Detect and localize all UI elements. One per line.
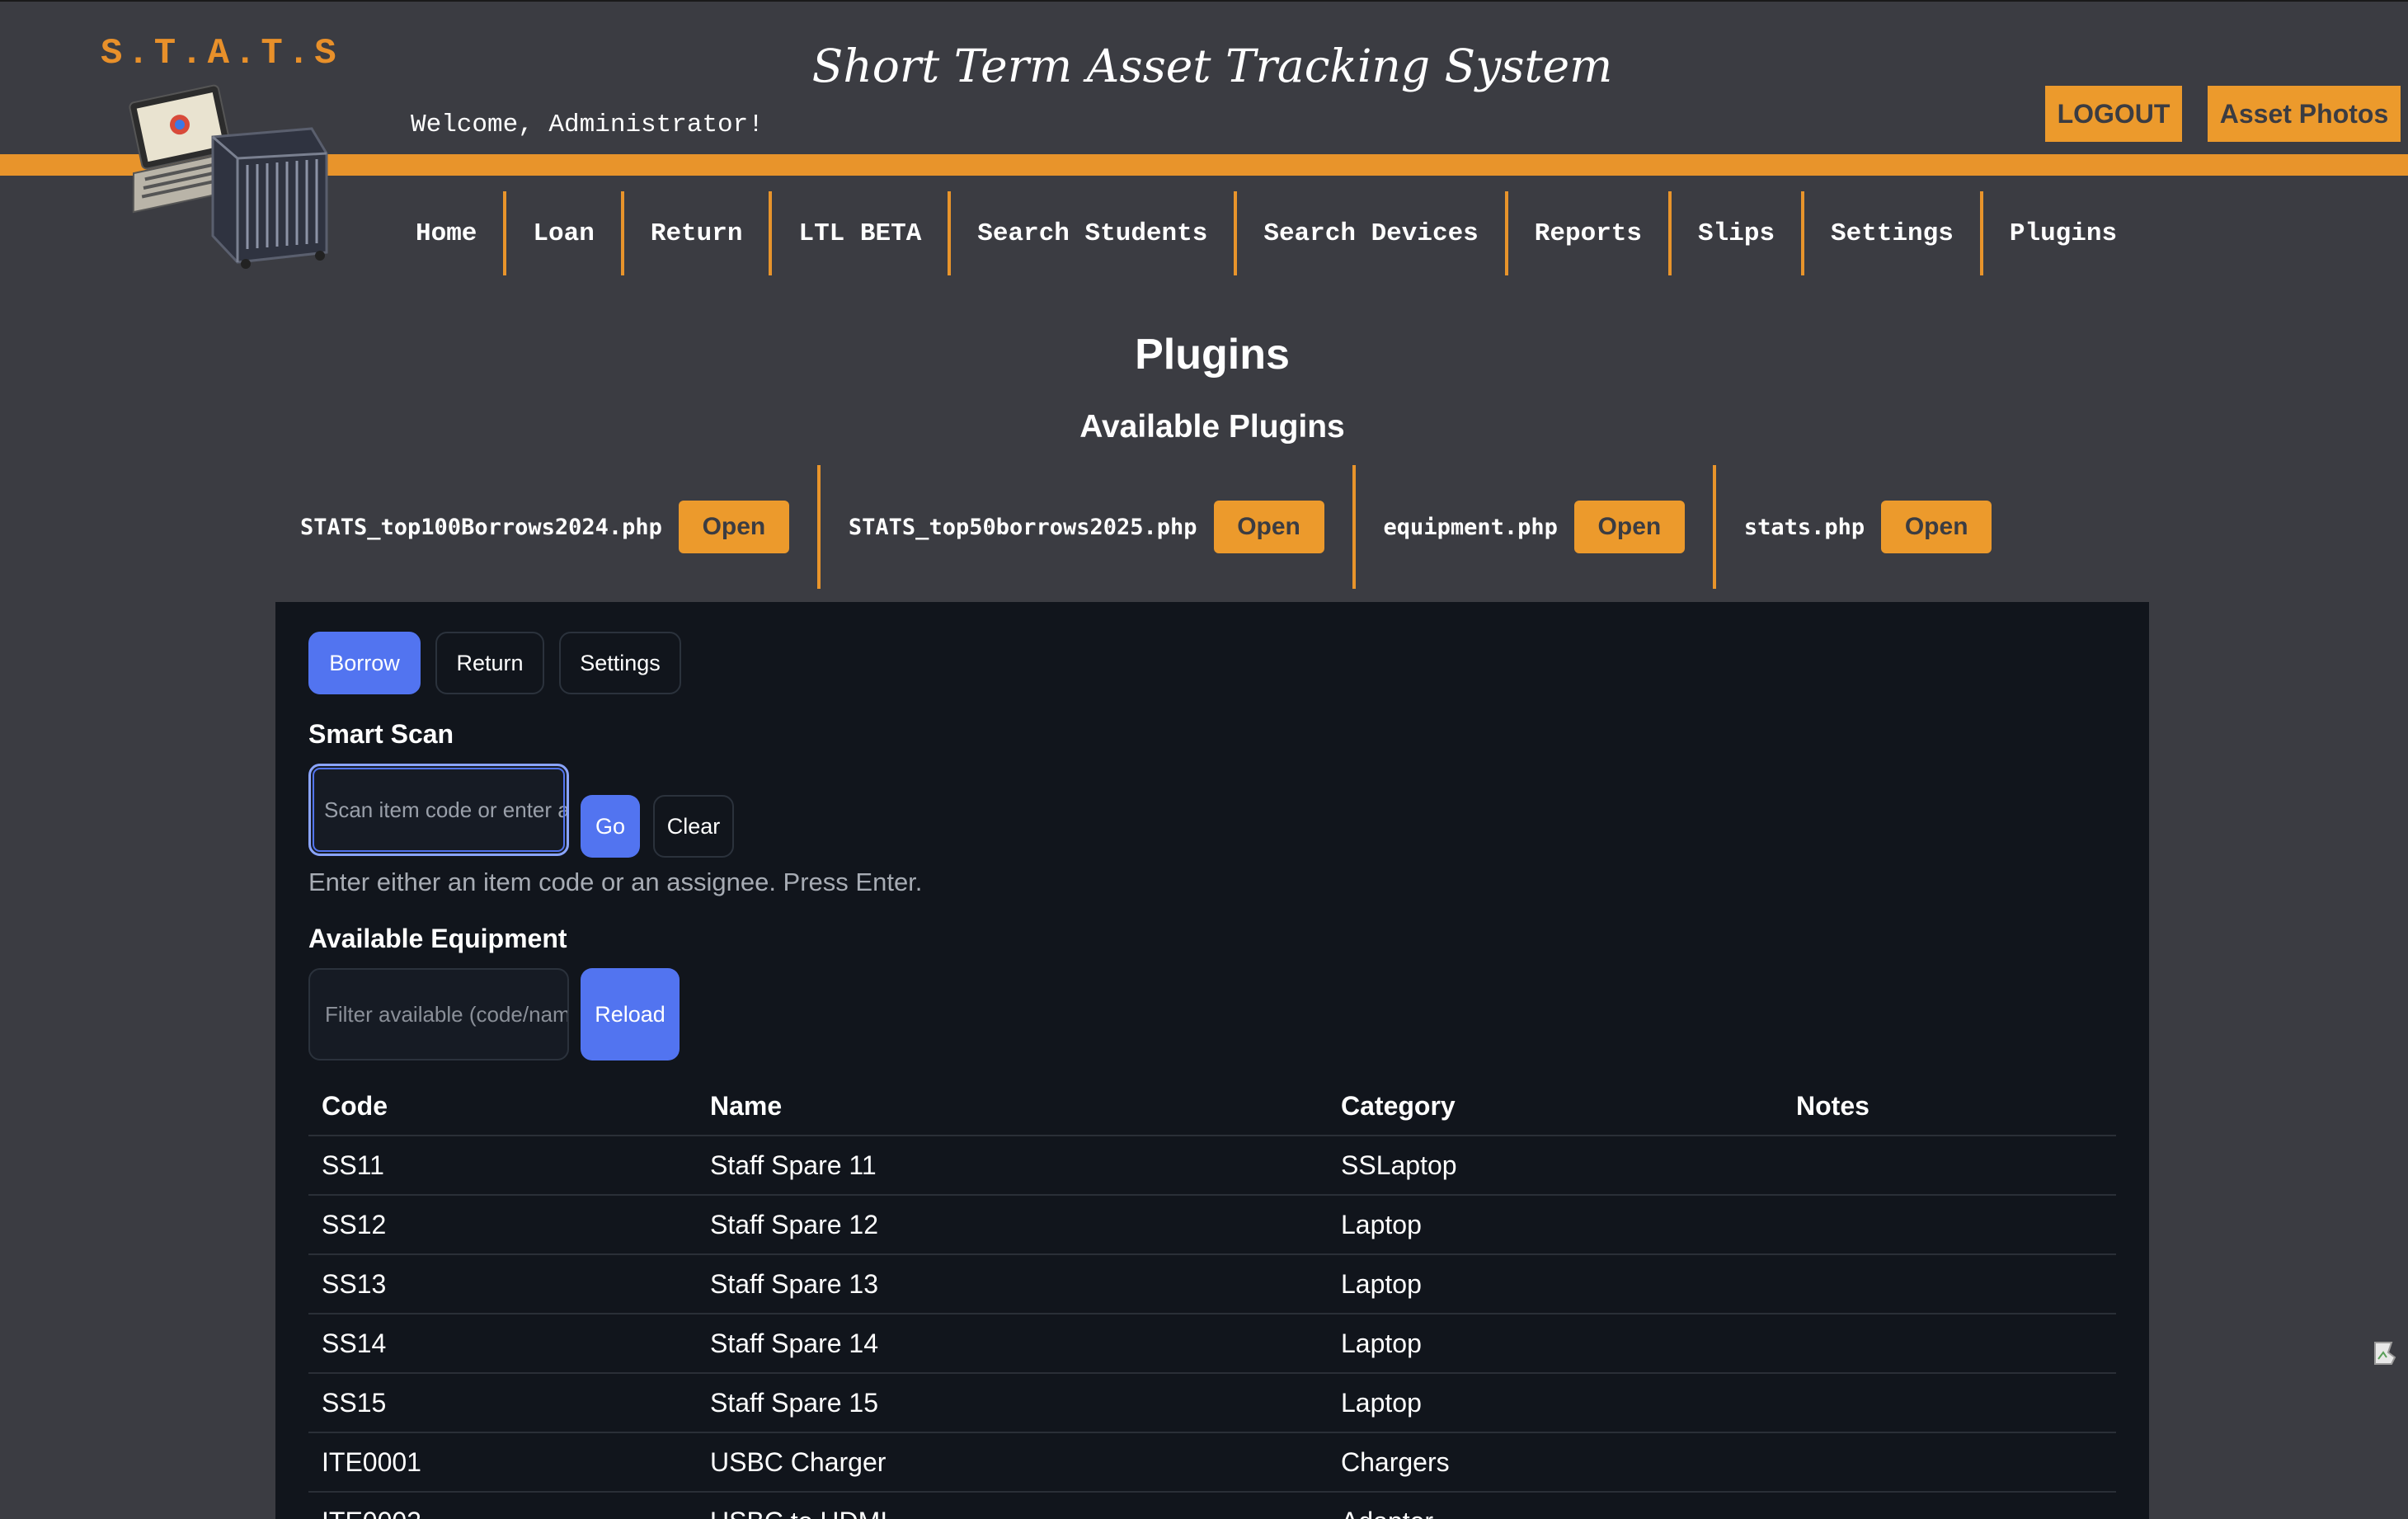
table-row[interactable]: SS13 Staff Spare 13 Laptop (308, 1255, 2116, 1314)
smart-scan-input[interactable]: Scan item code or enter assignee (308, 764, 569, 856)
table-row[interactable]: ITE0001 USBC Charger Chargers (308, 1433, 2116, 1493)
cell-name: USBC to HDMI (710, 1507, 1341, 1519)
plugin-item: STATS_top100Borrows2024.php Open (300, 465, 821, 589)
cell-code: SS15 (322, 1387, 387, 1418)
cell-category: Chargers (1341, 1446, 1450, 1477)
cell-code: SS14 (322, 1328, 387, 1358)
plugin-open-button[interactable]: Open (1573, 501, 1685, 553)
column-header-notes: Notes (1796, 1090, 1869, 1121)
plugin-open-button[interactable]: Open (1881, 501, 1992, 553)
nav-item-search-students[interactable]: Search Students (951, 191, 1238, 275)
cell-name: Staff Spare 13 (710, 1268, 878, 1299)
top-border (0, 0, 2408, 2)
cell-name: Staff Spare 12 (710, 1209, 878, 1239)
available-plugins-heading: Available Plugins (1079, 409, 1345, 444)
cell-name: Staff Spare 15 (710, 1387, 878, 1418)
smart-scan-hint: Enter either an item code or an assignee… (308, 868, 923, 896)
column-header-name: Name (710, 1090, 783, 1121)
reload-button[interactable]: Reload (581, 968, 680, 1060)
cell-name: Staff Spare 11 (710, 1150, 877, 1180)
nav-item-loan[interactable]: Loan (506, 191, 624, 275)
nav-item-reports[interactable]: Reports (1508, 191, 1672, 275)
table-header-row: Code Name Category Notes (308, 1077, 2116, 1136)
nav-item-slips[interactable]: Slips (1672, 191, 1805, 275)
plugin-name: STATS_top100Borrows2024.php (300, 514, 662, 540)
nav-item-search-devices[interactable]: Search Devices (1237, 191, 1508, 275)
table-row[interactable]: SS14 Staff Spare 14 Laptop (308, 1314, 2116, 1374)
plugin-item: STATS_top50borrows2025.php Open (849, 465, 1356, 589)
plugin-open-button[interactable]: Open (678, 501, 789, 553)
column-header-code: Code (322, 1090, 388, 1121)
asset-photos-button[interactable]: Asset Photos (2208, 86, 2401, 142)
page-title: Plugins (1135, 331, 1290, 379)
nav-item-ltl-beta[interactable]: LTL BETA (772, 191, 952, 275)
tab-settings[interactable]: Settings (559, 632, 681, 694)
table-row[interactable]: ITE0002 USBC to HDMI Adapter (308, 1493, 2116, 1519)
panel-tabs: Borrow Return Settings (308, 632, 681, 694)
go-button[interactable]: Go (581, 795, 640, 858)
table-row[interactable]: SS15 Staff Spare 15 Laptop (308, 1374, 2116, 1433)
cell-name: USBC Charger (710, 1446, 887, 1477)
table-row[interactable]: SS11 Staff Spare 11 SSLaptop (308, 1136, 2116, 1196)
cell-category: Laptop (1341, 1328, 1422, 1358)
nav-item-home[interactable]: Home (389, 191, 507, 275)
cell-name: Staff Spare 14 (710, 1328, 878, 1358)
logo-image (129, 84, 328, 269)
header-divider-bar (0, 154, 2408, 176)
tab-borrow[interactable]: Borrow (308, 632, 421, 694)
nav-item-plugins[interactable]: Plugins (1983, 191, 2143, 275)
cell-code: SS11 (322, 1150, 384, 1180)
table-row[interactable]: SS12 Staff Spare 12 Laptop (308, 1196, 2116, 1255)
plugin-panel: Borrow Return Settings Smart Scan Scan i… (275, 602, 2149, 1519)
plugin-list: STATS_top100Borrows2024.php Open STATS_t… (300, 465, 2048, 589)
logout-button[interactable]: LOGOUT (2045, 86, 2182, 142)
plugin-item: equipment.php Open (1384, 465, 1716, 589)
smart-scan-title: Smart Scan (308, 719, 454, 749)
nav-item-return[interactable]: Return (624, 191, 773, 275)
clear-button[interactable]: Clear (653, 795, 734, 858)
cell-code: ITE0001 (322, 1446, 421, 1477)
plugin-name: STATS_top50borrows2025.php (848, 514, 1197, 540)
nav-item-settings[interactable]: Settings (1804, 191, 1983, 275)
plugin-open-button[interactable]: Open (1213, 501, 1324, 553)
tab-return[interactable]: Return (435, 632, 544, 694)
plugin-item: stats.php Open (1744, 465, 2020, 589)
filter-available-input[interactable]: Filter available (code/name) (308, 968, 569, 1060)
available-equipment-title: Available Equipment (308, 924, 567, 953)
main-nav: Home Loan Return LTL BETA Search Student… (389, 191, 2143, 275)
equipment-table: Code Name Category Notes SS11 Staff Spar… (308, 1077, 2116, 1519)
plugin-name: stats.php (1743, 514, 1865, 540)
cell-category: Laptop (1341, 1387, 1422, 1418)
cell-category: SSLaptop (1341, 1150, 1457, 1180)
column-header-category: Category (1341, 1090, 1456, 1121)
cell-category: Laptop (1341, 1268, 1422, 1299)
cell-code: SS12 (322, 1209, 387, 1239)
cell-code: ITE0002 (308, 1507, 710, 1519)
cell-category: Adapter (1341, 1507, 1796, 1519)
broken-image-icon (2374, 1342, 2396, 1365)
plugin-name: equipment.php (1383, 514, 1558, 540)
site-title: Short Term Asset Tracking System (811, 40, 1613, 92)
welcome-message: Welcome, Administrator! (411, 111, 764, 139)
cell-code: SS13 (322, 1268, 387, 1299)
cell-category: Laptop (1341, 1209, 1422, 1239)
